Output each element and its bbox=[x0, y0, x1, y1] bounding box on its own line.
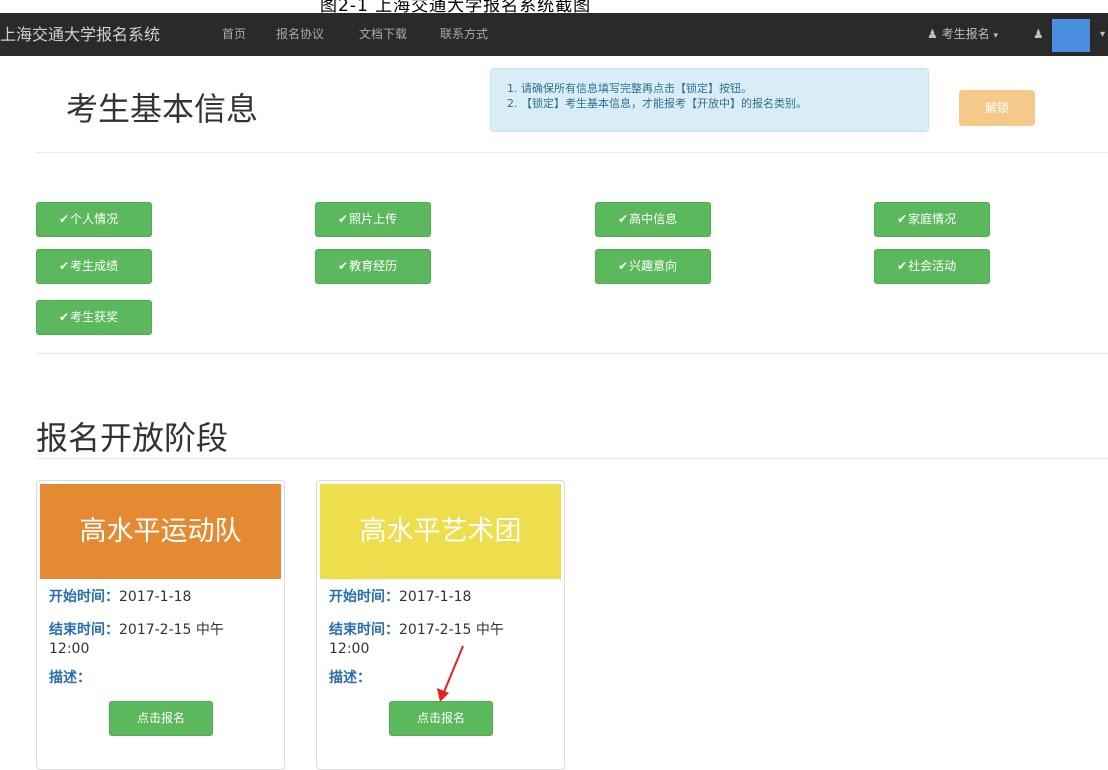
description-row: 描述： bbox=[329, 669, 371, 688]
user-icon: ♟ bbox=[927, 27, 938, 41]
end-time-row-cont: 12:00 bbox=[329, 641, 370, 657]
description-label: 描述： bbox=[49, 670, 91, 686]
section-scores-button[interactable]: ✔考生成绩 bbox=[36, 249, 152, 284]
section-label: 社会活动 bbox=[908, 259, 957, 273]
alert-line-2: 2. 【锁定】考生基本信息，才能报考【开放中】的报名类别。 bbox=[507, 97, 807, 110]
divider bbox=[36, 152, 1108, 153]
stage-section-title: 报名开放阶段 bbox=[36, 419, 229, 457]
check-icon: ✔ bbox=[338, 212, 349, 226]
stage-card-sports: 高水平运动队 开始时间：2017-1-18 结束时间：2017-2-15 中午 … bbox=[36, 480, 285, 770]
caret-down-icon: ▾ bbox=[993, 31, 998, 41]
section-highschool-button[interactable]: ✔高中信息 bbox=[595, 202, 711, 237]
caption-text: 图2-1 上海交通大学报名系统截图 bbox=[320, 0, 592, 13]
check-icon: ✔ bbox=[59, 310, 70, 324]
start-time-value: 2017-1-18 bbox=[399, 589, 472, 605]
start-time-row: 开始时间：2017-1-18 bbox=[329, 588, 471, 607]
section-family-button[interactable]: ✔家庭情况 bbox=[874, 202, 990, 237]
section-label: 照片上传 bbox=[349, 212, 398, 226]
check-icon: ✔ bbox=[59, 259, 70, 273]
start-time-label: 开始时间： bbox=[49, 589, 119, 605]
end-time-row-cont: 12:00 bbox=[49, 641, 90, 657]
nav-contact[interactable]: 联系方式 bbox=[440, 13, 488, 56]
section-label: 考生获奖 bbox=[70, 310, 119, 324]
account-menu-icon[interactable]: ♟ bbox=[1033, 13, 1044, 56]
site-brand[interactable]: 上海交通大学报名系统 bbox=[0, 13, 160, 56]
section-personal-button[interactable]: ✔个人情况 bbox=[36, 202, 152, 237]
start-time-row: 开始时间：2017-1-18 bbox=[49, 588, 191, 607]
unlock-button[interactable]: 解锁 bbox=[959, 90, 1035, 126]
section-education-button[interactable]: ✔教育经历 bbox=[315, 249, 431, 284]
section-label: 家庭情况 bbox=[908, 212, 957, 226]
section-label: 高中信息 bbox=[629, 212, 678, 226]
alert-line-1: 1. 请确保所有信息填写完整再点击【锁定】按钮。 bbox=[507, 82, 752, 95]
stage-banner: 高水平运动队 bbox=[40, 484, 281, 579]
end-time-label: 结束时间： bbox=[49, 622, 119, 638]
section-label: 考生成绩 bbox=[70, 259, 119, 273]
section-label: 教育经历 bbox=[349, 259, 398, 273]
section-label: 个人情况 bbox=[70, 212, 119, 226]
apply-button[interactable]: 点击报名 bbox=[389, 701, 493, 736]
divider bbox=[36, 353, 1108, 354]
end-time-value: 2017-2-15 中午 bbox=[119, 622, 224, 638]
section-awards-button[interactable]: ✔考生获奖 bbox=[36, 300, 152, 335]
check-icon: ✔ bbox=[897, 259, 908, 273]
description-row: 描述： bbox=[49, 669, 91, 688]
check-icon: ✔ bbox=[897, 212, 908, 226]
avatar[interactable] bbox=[1052, 19, 1090, 52]
section-label: 兴趣意向 bbox=[629, 259, 678, 273]
section-photo-button[interactable]: ✔照片上传 bbox=[315, 202, 431, 237]
end-time-row: 结束时间：2017-2-15 中午 bbox=[329, 621, 504, 640]
check-icon: ✔ bbox=[59, 212, 70, 226]
stage-banner: 高水平艺术团 bbox=[320, 484, 561, 579]
info-alert: 1. 请确保所有信息填写完整再点击【锁定】按钮。 2. 【锁定】考生基本信息，才… bbox=[490, 68, 929, 132]
applicant-menu-label: 考生报名 bbox=[941, 27, 990, 41]
divider bbox=[36, 458, 1108, 459]
end-time-label: 结束时间： bbox=[329, 622, 399, 638]
end-time-value: 2017-2-15 中午 bbox=[399, 622, 504, 638]
apply-button[interactable]: 点击报名 bbox=[109, 701, 213, 736]
check-icon: ✔ bbox=[338, 259, 349, 273]
page-title: 考生基本信息 bbox=[66, 90, 259, 128]
start-time-value: 2017-1-18 bbox=[119, 589, 192, 605]
nav-home[interactable]: 首页 bbox=[222, 13, 246, 56]
cropped-caption: 图2-1 上海交通大学报名系统截图 bbox=[0, 0, 1108, 13]
nav-agreement[interactable]: 报名协议 bbox=[276, 13, 324, 56]
check-icon: ✔ bbox=[618, 212, 629, 226]
check-icon: ✔ bbox=[618, 259, 629, 273]
section-interests-button[interactable]: ✔兴趣意向 bbox=[595, 249, 711, 284]
applicant-menu[interactable]: ♟ 考生报名 ▾ bbox=[927, 13, 998, 56]
end-time-row: 结束时间：2017-2-15 中午 bbox=[49, 621, 224, 640]
stage-card-arts: 高水平艺术团 开始时间：2017-1-18 结束时间：2017-2-15 中午 … bbox=[316, 480, 565, 770]
section-social-button[interactable]: ✔社会活动 bbox=[874, 249, 990, 284]
start-time-label: 开始时间： bbox=[329, 589, 399, 605]
description-label: 描述： bbox=[329, 670, 371, 686]
top-navbar: 上海交通大学报名系统 首页 报名协议 文档下载 联系方式 ♟ 考生报名 ▾ ♟ … bbox=[0, 13, 1108, 56]
account-caret-icon[interactable]: ▾ bbox=[1100, 13, 1105, 56]
nav-downloads[interactable]: 文档下载 bbox=[359, 13, 407, 56]
